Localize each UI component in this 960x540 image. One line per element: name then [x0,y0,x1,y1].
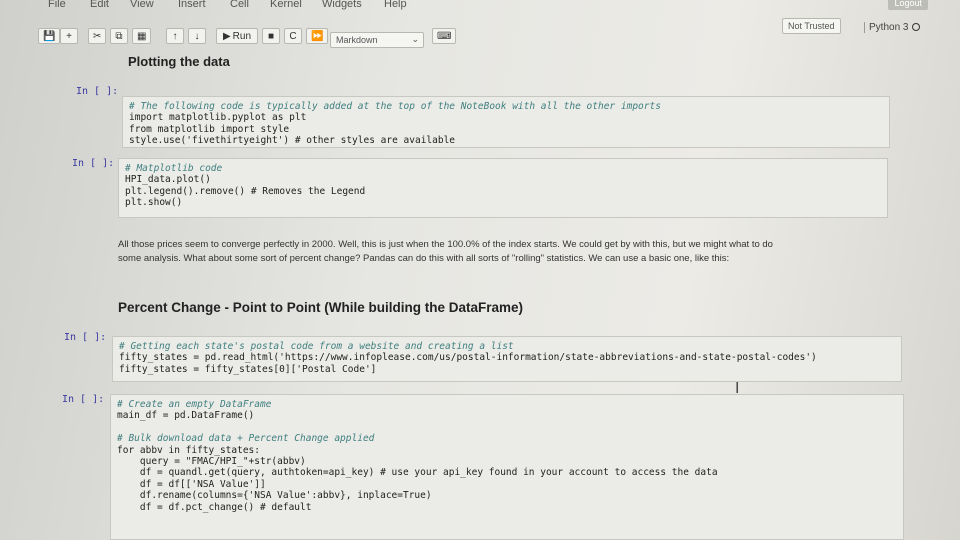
menu-view[interactable]: View [130,0,154,10]
kernel-status-icon [912,23,921,31]
code-line: # Matplotlib code [125,163,223,174]
markdown-paragraph: All those prices seem to converge perfec… [118,238,908,266]
cut-icon[interactable]: ✂ [88,28,107,44]
fast-forward-icon[interactable]: ⏩ [306,28,329,44]
cell-type-select[interactable]: Markdown ⌄ [330,32,424,48]
menu-edit[interactable]: Edit [90,0,109,10]
logout-button[interactable]: Logout [888,0,928,10]
code-line: fifty_states = pd.read_html('https://www… [119,352,817,364]
cell-type-value: Markdown [336,35,378,45]
copy-icon[interactable]: ⧉ [110,28,128,44]
code-line: # Getting each state's postal code from … [119,341,514,352]
code-line: query = "FMAC/HPI_"+str(abbv) [117,456,306,468]
code-line: for abbv in fifty_states: [117,444,260,456]
add-cell-icon[interactable]: + [60,28,78,44]
code-line: HPI_data.plot() [125,174,211,186]
cell-prompt: In [ ]: [76,86,119,97]
menu-bar: File Edit View Insert Cell Kernel Widget… [0,0,960,16]
notebook-area: Plotting the data In [ ]: # The followin… [0,52,960,540]
run-button[interactable]: ▶ Run [216,28,258,44]
code-line: df.rename(columns={'NSA Value':abbv}, in… [117,490,432,502]
kernel-indicator: Python 3 [864,22,921,33]
paragraph-line: All those prices seem to converge perfec… [118,239,773,250]
keyboard-icon[interactable]: ⌨ [432,28,457,44]
code-line: import matplotlib.pyplot as plt [129,112,307,124]
code-line: main_df = pd.DataFrame() [117,410,255,422]
chevron-down-icon: ⌄ [411,34,419,44]
restart-icon[interactable]: C [284,28,302,44]
code-line: df = df.pct_change() # default [117,501,312,513]
menu-help[interactable]: Help [384,0,407,10]
menu-widgets[interactable]: Widgets [322,0,362,10]
cell-prompt: In [ ]: [72,158,115,169]
cell-prompt: In [ ]: [62,394,105,405]
cell-prompt: In [ ]: [64,332,107,343]
code-cell-download[interactable]: # Create an empty DataFrame main_df = pd… [110,394,904,540]
interrupt-icon[interactable]: ■ [262,28,280,44]
trusted-badge[interactable]: Not Trusted [782,18,841,34]
code-line: # Create an empty DataFrame [117,399,272,410]
paragraph-line: some analysis. What about some sort of p… [118,253,730,264]
code-line: style.use('fivethirtyeight') # other sty… [129,135,456,147]
menu-cell[interactable]: Cell [230,0,249,10]
text-cursor-icon: I [735,380,740,397]
code-line: plt.legend().remove() # Removes the Lege… [125,185,366,197]
code-line: from matplotlib import style [129,123,290,135]
code-cell-imports[interactable]: # The following code is typically added … [122,96,890,148]
kernel-name: Python 3 [869,22,909,33]
heading-percent-change: Percent Change - Point to Point (While b… [118,300,524,315]
paste-icon[interactable]: ▦ [132,28,152,44]
code-cell-plot[interactable]: # Matplotlib code HPI_data.plot() plt.le… [118,158,888,218]
move-up-icon[interactable]: ↑ [166,28,184,44]
run-label: Run [232,30,252,42]
menu-kernel[interactable]: Kernel [270,0,302,10]
heading-plotting: Plotting the data [128,54,230,69]
code-line: df = quandl.get(query, authtoken=api_key… [117,467,718,479]
code-cell-states[interactable]: # Getting each state's postal code from … [112,336,902,382]
code-line: # Bulk download data + Percent Change ap… [117,433,375,445]
move-down-icon[interactable]: ↓ [188,28,206,44]
code-line: fifty_states = fifty_states[0]['Postal C… [119,363,377,375]
menu-insert[interactable]: Insert [178,0,206,10]
code-line: plt.show() [125,197,183,209]
code-line: # The following code is typically added … [129,101,661,112]
save-icon[interactable]: 💾 [38,28,61,44]
menu-file[interactable]: File [48,0,66,10]
code-line: df = df[['NSA Value']] [117,478,266,490]
